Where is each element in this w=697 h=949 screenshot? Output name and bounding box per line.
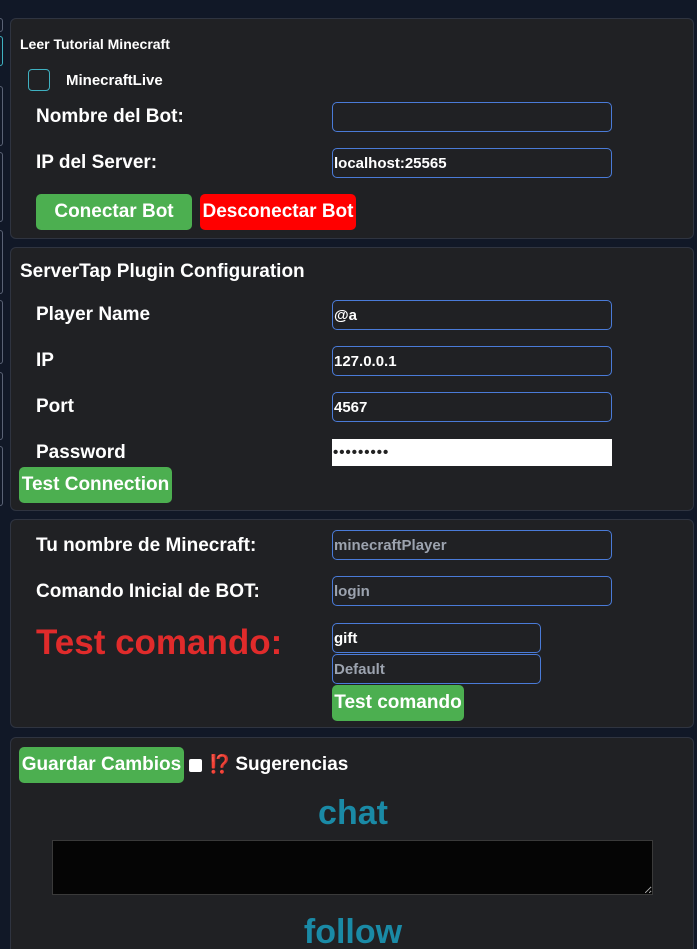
test-command-input[interactable] bbox=[332, 623, 541, 653]
connect-bot-button[interactable]: Conectar Bot bbox=[36, 194, 192, 230]
tutorial-link[interactable]: Leer Tutorial Minecraft bbox=[20, 36, 170, 52]
password-input[interactable] bbox=[332, 439, 612, 466]
rail-fragment bbox=[0, 446, 3, 506]
servertap-title: ServerTap Plugin Configuration bbox=[20, 261, 305, 282]
ip-input[interactable] bbox=[332, 346, 612, 376]
rail-fragment bbox=[0, 230, 3, 294]
chat-textarea[interactable] bbox=[52, 840, 653, 895]
password-label: Password bbox=[36, 442, 126, 463]
bot-connection-panel: Leer Tutorial Minecraft MinecraftLive No… bbox=[10, 18, 694, 239]
minecraft-name-label: Tu nombre de Minecraft: bbox=[36, 535, 257, 556]
rail-fragment bbox=[0, 86, 3, 146]
bot-name-input[interactable] bbox=[332, 102, 612, 132]
test-connection-button[interactable]: Test Connection bbox=[19, 467, 172, 503]
disconnect-bot-button[interactable]: Desconectar Bot bbox=[200, 194, 356, 230]
save-changes-button[interactable]: Guardar Cambios bbox=[19, 747, 184, 783]
minecraft-name-input[interactable] bbox=[332, 530, 612, 560]
initial-command-input[interactable] bbox=[332, 576, 612, 606]
initial-command-label: Comando Inicial de BOT: bbox=[36, 581, 260, 602]
servertap-panel: ServerTap Plugin Configuration Player Na… bbox=[10, 247, 694, 511]
rail-fragment bbox=[0, 152, 3, 222]
suggestions-row: ⁉️ Sugerencias bbox=[189, 754, 348, 776]
chat-heading: chat bbox=[318, 794, 388, 832]
follow-heading: follow bbox=[303, 913, 403, 949]
player-name-label: Player Name bbox=[36, 304, 151, 325]
rail-fragment bbox=[0, 300, 3, 364]
rail-fragment bbox=[0, 36, 3, 66]
ip-label: IP bbox=[36, 350, 54, 371]
bot-name-label: Nombre del Bot: bbox=[36, 106, 184, 127]
suggestions-label[interactable]: Sugerencias bbox=[235, 754, 348, 775]
suggestions-checkbox[interactable] bbox=[189, 759, 202, 773]
actions-panel: Guardar Cambios ⁉️ Sugerencias chat foll… bbox=[10, 737, 694, 949]
test-command-default-input[interactable] bbox=[332, 654, 541, 684]
test-command-heading: Test comando: bbox=[36, 623, 283, 662]
rail-fragment bbox=[0, 18, 3, 32]
port-label: Port bbox=[36, 396, 74, 417]
port-input[interactable] bbox=[332, 392, 612, 422]
player-name-input[interactable] bbox=[332, 300, 612, 330]
server-ip-label: IP del Server: bbox=[36, 152, 158, 173]
left-rail bbox=[0, 0, 6, 949]
server-ip-input[interactable] bbox=[332, 148, 612, 178]
minecraftlive-checkbox[interactable] bbox=[28, 69, 50, 91]
command-panel: Tu nombre de Minecraft: Comando Inicial … bbox=[10, 519, 694, 728]
test-command-button[interactable]: Test comando bbox=[332, 685, 464, 721]
suggestions-icon: ⁉️ bbox=[208, 754, 231, 774]
minecraftlive-label: MinecraftLive bbox=[66, 72, 163, 89]
rail-fragment bbox=[0, 372, 3, 440]
